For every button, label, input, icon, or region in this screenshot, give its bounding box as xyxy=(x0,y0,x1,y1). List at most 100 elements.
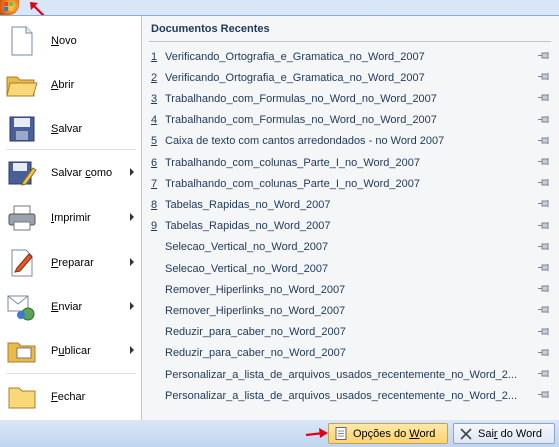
recent-document-item[interactable]: 3 Trabalhando_com_Formulas_no_Word_no_Wor… xyxy=(151,88,551,109)
recent-document-item[interactable]: 2 Verificando_Ortografia_e_Gramatica_no_W… xyxy=(151,67,551,88)
recent-document-item[interactable]: 8 Tabelas_Rapidas_no_Word_2007 xyxy=(151,194,551,215)
imprimir-icon xyxy=(0,196,44,240)
recent-document-item[interactable]: Selecao_Vertical_no_Word_2007 xyxy=(151,237,551,258)
recent-document-name: Trabalhando_com_colunas_Parte_I_no_Word_… xyxy=(165,156,421,169)
recent-document-name: Remover_Hiperlinks_no_Word_2007 xyxy=(165,283,346,296)
recent-document-number: 7 xyxy=(151,177,158,190)
recent-document-item[interactable]: Personalizar_a_lista_de_arquivos_usados_… xyxy=(151,385,551,406)
submenu-arrow-icon xyxy=(130,168,134,176)
submenu-arrow-icon xyxy=(130,213,134,221)
pin-icon[interactable] xyxy=(538,178,551,188)
recent-document-number: 2 xyxy=(151,71,158,84)
office-menu-panel: Novo Abrir Salvar Salvar como Imprimir Prepar… xyxy=(0,15,559,420)
office-button[interactable] xyxy=(0,0,19,15)
recent-document-item[interactable]: Personalizar_a_lista_de_arquivos_usados_… xyxy=(151,364,551,385)
commands-column: Novo Abrir Salvar Salvar como Imprimir Prepar… xyxy=(0,16,142,420)
enviar-icon xyxy=(0,285,44,329)
close-icon xyxy=(459,427,473,441)
menu-item-publicar[interactable]: Publicar xyxy=(0,329,142,373)
pin-icon[interactable] xyxy=(538,199,551,209)
publicar-icon xyxy=(0,329,44,373)
menu-item-abrir[interactable]: Abrir xyxy=(0,63,142,107)
pin-icon[interactable] xyxy=(538,390,551,400)
recent-document-item[interactable]: Reduzir_para_caber_no_Word_2007 xyxy=(151,343,551,364)
abrir-icon xyxy=(0,63,44,107)
recent-document-item[interactable]: 6 Trabalhando_com_colunas_Parte_I_no_Word… xyxy=(151,152,551,173)
recent-document-item[interactable]: 9 Tabelas_Rapidas_no_Word_2007 xyxy=(151,216,551,237)
menu-item-label: Publicar xyxy=(51,345,91,357)
recent-document-number: 1 xyxy=(151,50,158,63)
exit-word-button[interactable]: Sair do Word xyxy=(453,423,555,444)
menu-item-label: Preparar xyxy=(51,257,94,269)
menu-item-novo[interactable]: Novo xyxy=(0,19,142,63)
menu-footer: Opções do Word Sair do Word xyxy=(0,420,559,447)
word-options-button[interactable]: Opções do Word xyxy=(328,423,448,444)
menu-separator xyxy=(6,373,136,374)
pin-icon[interactable] xyxy=(538,157,551,167)
pin-icon[interactable] xyxy=(538,93,551,103)
recent-document-name: Selecao_Vertical_no_Word_2007 xyxy=(165,241,329,254)
recent-document-name: Verificando_Ortografia_e_Gramatica_no_Wo… xyxy=(165,71,425,84)
title-divider xyxy=(149,41,551,42)
recent-document-item[interactable]: Remover_Hiperlinks_no_Word_2007 xyxy=(151,300,551,321)
recent-document-name: Tabelas_Rapidas_no_Word_2007 xyxy=(165,220,331,233)
salvar-como-icon xyxy=(0,151,44,195)
recent-documents-title: Documentos Recentes xyxy=(151,23,270,35)
options-icon xyxy=(334,427,348,441)
word-office-menu: Novo Abrir Salvar Salvar como Imprimir Prepar… xyxy=(0,0,559,447)
menu-item-enviar[interactable]: Enviar xyxy=(0,285,142,329)
menu-item-salvar[interactable]: Salvar xyxy=(0,107,142,151)
menu-item-label: Salvar como xyxy=(51,167,113,179)
menu-item-salvar-como[interactable]: Salvar como xyxy=(0,151,142,195)
exit-word-label: Sair do Word xyxy=(478,427,543,440)
recent-document-name: Personalizar_a_lista_de_arquivos_usados_… xyxy=(165,389,518,402)
menu-item-imprimir[interactable]: Imprimir xyxy=(0,196,142,240)
menu-item-fechar[interactable]: Fechar xyxy=(0,375,142,419)
pin-icon[interactable] xyxy=(538,348,551,358)
recent-document-number: 5 xyxy=(151,135,158,148)
recent-document-name: Trabalhando_com_Formulas_no_Word_no_Word… xyxy=(165,114,437,127)
pin-icon[interactable] xyxy=(538,327,551,337)
recent-document-item[interactable]: 1 Verificando_Ortografia_e_Gramatica_no_W… xyxy=(151,46,551,67)
recent-document-item[interactable]: 5 Caixa de texto com cantos arredondados … xyxy=(151,131,551,152)
recent-document-item[interactable]: Reduzir_para_caber_no_Word_2007 xyxy=(151,322,551,343)
menu-item-label: Abrir xyxy=(51,79,75,91)
pin-icon[interactable] xyxy=(538,136,551,146)
recent-document-number: 6 xyxy=(151,156,158,169)
pin-icon[interactable] xyxy=(538,284,551,294)
word-options-label: Opções do Word xyxy=(353,427,436,440)
recent-document-item[interactable]: Remover_Hiperlinks_no_Word_2007 xyxy=(151,279,551,300)
pin-icon[interactable] xyxy=(538,305,551,315)
pin-icon[interactable] xyxy=(538,369,551,379)
recent-document-item[interactable]: 4 Trabalhando_com_Formulas_no_Word_no_Wor… xyxy=(151,110,551,131)
pin-icon[interactable] xyxy=(538,115,551,125)
recent-document-name: Reduzir_para_caber_no_Word_2007 xyxy=(165,326,346,339)
recent-document-name: Trabalhando_com_Formulas_no_Word_no_Word… xyxy=(165,92,437,105)
pin-icon[interactable] xyxy=(538,221,551,231)
recent-document-item[interactable]: 7 Trabalhando_com_colunas_Parte_I_no_Word… xyxy=(151,173,551,194)
menu-separator xyxy=(6,149,136,150)
pin-icon[interactable] xyxy=(538,242,551,252)
recent-document-name: Remover_Hiperlinks_no_Word_2007 xyxy=(165,304,346,317)
salvar-icon xyxy=(0,107,44,151)
menu-item-preparar[interactable]: Preparar xyxy=(0,241,142,285)
recent-document-name: Verificando_Ortografia_e_Gramatica_no_Wo… xyxy=(165,50,425,63)
pin-icon[interactable] xyxy=(538,263,551,273)
submenu-arrow-icon xyxy=(130,302,134,310)
menu-item-label: Enviar xyxy=(51,301,83,313)
recent-documents-panel: Documentos Recentes 1 Verificando_Ortogra… xyxy=(142,16,559,420)
menu-item-label: Novo xyxy=(51,35,77,47)
recent-document-item[interactable]: Selecao_Vertical_no_Word_2007 xyxy=(151,258,551,279)
recent-document-number: 9 xyxy=(151,220,158,233)
submenu-arrow-icon xyxy=(130,346,134,354)
novo-icon xyxy=(0,19,44,63)
recent-document-name: Selecao_Vertical_no_Word_2007 xyxy=(165,262,329,275)
fechar-icon xyxy=(0,375,44,419)
recent-document-number: 3 xyxy=(151,92,158,105)
menu-item-label: Imprimir xyxy=(51,212,91,224)
pin-icon[interactable] xyxy=(538,72,551,82)
pin-icon[interactable] xyxy=(538,51,551,61)
recent-document-number: 4 xyxy=(151,114,158,127)
recent-document-name: Caixa de texto com cantos arredondados -… xyxy=(165,135,445,148)
menu-item-label: Salvar xyxy=(51,123,83,135)
